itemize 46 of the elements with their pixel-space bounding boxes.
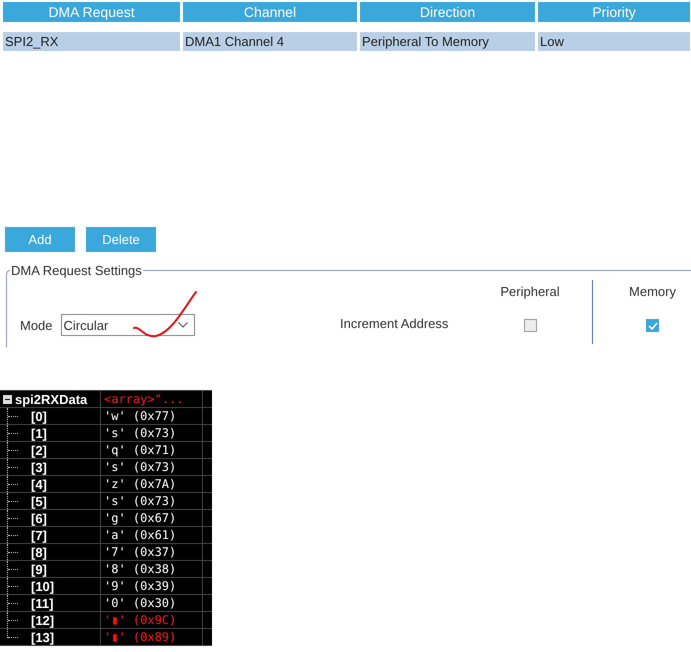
- element-index[interactable]: [11]: [31, 596, 54, 610]
- column-label: Peripheral: [500, 284, 560, 299]
- element-value: '9' (0x39): [101, 578, 203, 594]
- variable-value: <array>"...: [101, 391, 203, 407]
- element-index[interactable]: [3]: [31, 460, 47, 474]
- column-label: Memory: [629, 284, 676, 299]
- chevron-icon: [178, 322, 188, 328]
- element-index[interactable]: [9]: [31, 562, 47, 576]
- element-value: '0' (0x30): [101, 595, 203, 611]
- element-value: '7' (0x37): [101, 544, 203, 560]
- table-cell: SPI2_RX: [3, 32, 180, 51]
- increment-label: Increment Address: [339, 316, 450, 333]
- element-value: 'z' (0x7A): [101, 476, 203, 492]
- element-index[interactable]: [7]: [31, 528, 47, 542]
- element-index[interactable]: [1]: [31, 426, 47, 440]
- handwritten-tick-drawing: [132, 290, 198, 338]
- element-value: '8' (0x38): [101, 561, 203, 577]
- table-cell: DMA1 Channel 4: [183, 32, 357, 51]
- element-value: 'q' (0x71): [101, 442, 203, 458]
- element-index[interactable]: [2]: [31, 442, 47, 458]
- element-index[interactable]: [6]: [31, 510, 47, 526]
- mode-label: Mode: [20, 318, 53, 332]
- element-index[interactable]: [8]: [31, 544, 47, 560]
- element-index[interactable]: [0]: [31, 408, 47, 424]
- element-index[interactable]: [4]: [31, 476, 47, 492]
- element-value: 'w' (0x77): [101, 408, 203, 424]
- element-value: 'g' (0x67): [101, 510, 203, 526]
- element-value: 's' (0x73): [101, 425, 203, 441]
- element-index[interactable]: [13]: [31, 630, 54, 644]
- group-title: DMA Request Settings: [10, 263, 143, 278]
- collapse-icon[interactable]: [3, 394, 12, 404]
- element-index[interactable]: [5]: [31, 494, 47, 508]
- element-value: '▮' (0x9C): [101, 612, 203, 628]
- table-row[interactable]: SPI2_RX DMA1 Channel 4 Peripheral To Memory Low: [0, 32, 691, 51]
- element-value: '▮' (0x89): [101, 629, 203, 645]
- element-value: 's' (0x73): [101, 459, 203, 475]
- table-cell: Low: [538, 32, 690, 51]
- element-index[interactable]: [12]: [31, 612, 54, 628]
- checkbox[interactable]: [524, 319, 536, 332]
- variable-name[interactable]: spi2RXData: [15, 392, 88, 406]
- element-value: 'a' (0x61): [101, 527, 203, 543]
- element-value: 's' (0x73): [101, 493, 203, 509]
- table-cell: Peripheral To Memory: [360, 32, 535, 51]
- checkbox[interactable]: [646, 319, 659, 332]
- element-index[interactable]: [10]: [31, 578, 54, 594]
- mode-dropdown[interactable]: Circular: [60, 314, 195, 336]
